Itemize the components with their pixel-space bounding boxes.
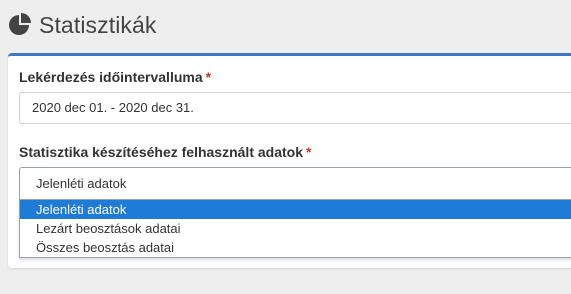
data-source-label-text: Statisztika készítéséhez felhasznált ada…	[19, 144, 303, 160]
date-range-label: Lekérdezés időintervalluma *	[19, 69, 211, 85]
data-source-label: Statisztika készítéséhez felhasznált ada…	[19, 144, 311, 160]
dropdown-option-closed-schedules[interactable]: Lezárt beosztások adatai	[20, 219, 571, 238]
statistics-form-card: Lekérdezés időintervalluma * 2020 dec 01.…	[8, 53, 571, 268]
required-marker: *	[205, 69, 212, 85]
pie-chart-icon	[8, 12, 34, 38]
date-range-label-text: Lekérdezés időintervalluma	[19, 69, 203, 85]
page-title: Statisztikák	[39, 11, 157, 38]
dropdown-option-all-schedules[interactable]: Összes beosztás adatai	[20, 238, 571, 257]
data-source-dropdown: Jelenléti adatok Lezárt beosztások adata…	[19, 199, 571, 258]
date-range-input[interactable]: 2020 dec 01. - 2020 dec 31.	[19, 92, 571, 124]
page-header: Statisztikák	[8, 8, 157, 42]
data-source-select[interactable]: Jelenléti adatok	[19, 167, 571, 199]
dropdown-option-attendance[interactable]: Jelenléti adatok	[20, 200, 571, 219]
required-marker: *	[306, 144, 312, 160]
